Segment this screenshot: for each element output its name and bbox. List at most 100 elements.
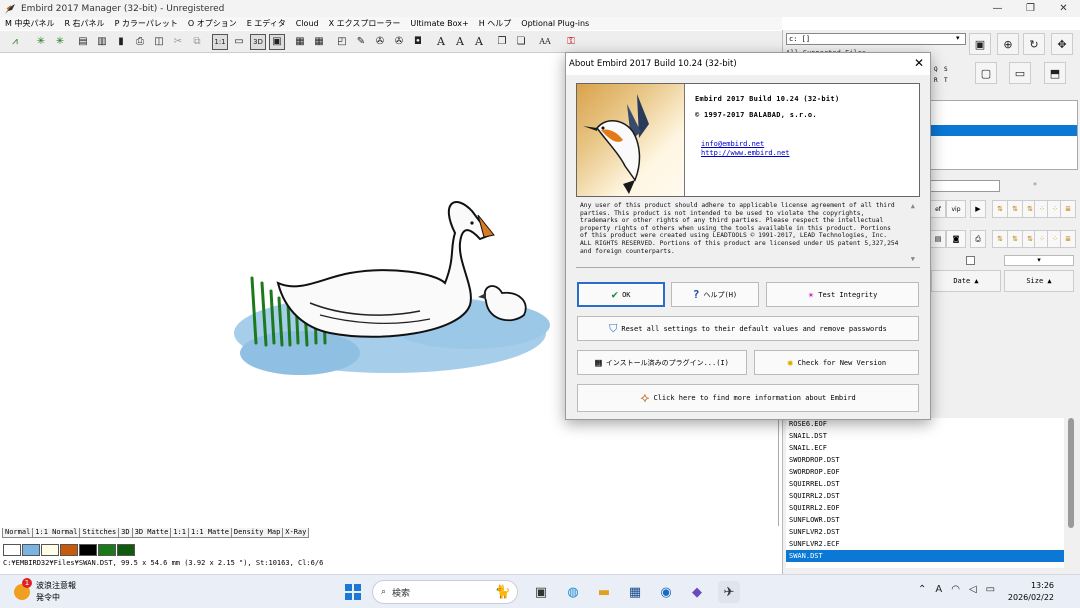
wand-tool2-icon[interactable]: ✳ — [52, 34, 68, 50]
font-a3-button[interactable]: A — [471, 34, 487, 50]
ok-button[interactable]: ✔ OK — [577, 282, 665, 307]
tab-x-ray[interactable]: X-Ray — [282, 528, 310, 538]
wand-tool-icon[interactable]: ✳ — [33, 34, 49, 50]
file-list-item[interactable]: SNAIL.ECF — [786, 442, 1064, 454]
email-link[interactable]: info@embird.net — [701, 140, 764, 148]
font-aa-button[interactable]: AA — [536, 34, 554, 50]
selected-folder[interactable] — [931, 125, 1077, 136]
windows-start-icon[interactable] — [342, 581, 364, 603]
dropdown-small[interactable]: ▾ — [1004, 255, 1074, 266]
print-icon[interactable]: ⎙ — [132, 34, 148, 50]
palette-swatch[interactable] — [3, 544, 21, 556]
file-list[interactable]: ROSE6.EOF SNAIL.DST SNAIL.ECF SWORDROP.DST S… — [786, 418, 1064, 568]
palette-swatch[interactable] — [60, 544, 78, 556]
drive-selector[interactable]: c: [] — [786, 33, 966, 45]
palette-swatch[interactable] — [117, 544, 135, 556]
arrow-right-icon[interactable]: ▶ — [970, 200, 986, 218]
store-icon[interactable]: ▦ — [624, 581, 646, 603]
file-list-item[interactable]: SQUIRRL2.DST — [786, 490, 1064, 502]
minimize-button[interactable]: — — [981, 0, 1014, 17]
sort-icon[interactable]: ⇅ — [992, 200, 1008, 218]
file-list-item[interactable]: SQUIRREL.DST — [786, 478, 1064, 490]
menu-center-panel[interactable]: M 中央パネル — [5, 18, 54, 29]
list-view-icon[interactable]: ≣ — [1060, 200, 1076, 218]
sort2-icon[interactable]: ⇅ — [1007, 200, 1023, 218]
file-explorer-icon[interactable]: ▬ — [593, 581, 615, 603]
reset-settings-button[interactable]: ⛉ Reset all settings to their default va… — [577, 316, 919, 341]
close-window-button[interactable]: ✕ — [1047, 0, 1080, 17]
scroll-up-icon[interactable]: ▲ — [911, 202, 915, 211]
tab-3d[interactable]: 3D — [118, 528, 133, 538]
menu-explorer[interactable]: X エクスプローラー — [329, 18, 401, 29]
tab-1to1-matte[interactable]: 1:1 Matte — [187, 528, 232, 538]
menu-color-palette[interactable]: P カラーパレット — [115, 18, 178, 29]
file-list-item[interactable]: SUNFLVR2.DST — [786, 526, 1064, 538]
teams-icon[interactable]: ◆ — [686, 581, 708, 603]
grid-icon[interactable]: ▦ — [292, 34, 308, 50]
palette-swatch[interactable] — [41, 544, 59, 556]
installed-plugins-button[interactable]: ▦ インストール済みのプラグイン...(I) — [577, 350, 747, 375]
clock[interactable]: 13:26 2026/02/22 — [1008, 580, 1054, 604]
zoom-icon[interactable]: ⊕ — [997, 33, 1019, 55]
copy-icon[interactable]: ⧉ — [189, 34, 205, 50]
info-icon[interactable]: ◫ — [151, 34, 167, 50]
menu-options[interactable]: O オプション — [188, 18, 237, 29]
view-3d-button[interactable]: 3D — [250, 33, 266, 50]
small-r[interactable]: R — [934, 77, 938, 84]
view-1to1-button[interactable]: 1:1 — [212, 33, 228, 50]
small-q[interactable]: Q — [934, 66, 938, 73]
weather-widget[interactable]: 1 波浪注意報 発令中 — [12, 578, 76, 603]
ime-indicator[interactable]: A — [935, 584, 942, 595]
tab-3d-matte[interactable]: 3D Matte — [131, 528, 172, 538]
tab-stitches[interactable]: Stitches — [79, 528, 120, 538]
refresh-icon[interactable]: ↻ — [1023, 33, 1045, 55]
volume-icon[interactable]: ◁ — [969, 584, 977, 595]
move-icon[interactable]: ✥ — [1051, 33, 1073, 55]
test-integrity-button[interactable]: ✴ Test Integrity — [766, 282, 919, 307]
palette-swatch[interactable] — [98, 544, 116, 556]
cut-icon[interactable]: ✂ — [170, 34, 186, 50]
menu-right-panel[interactable]: R 右パネル — [64, 18, 104, 29]
file-list-scrollbar[interactable] — [1064, 418, 1078, 568]
help-button[interactable]: ? ヘルプ(H) — [671, 282, 759, 307]
scroll-down-icon[interactable]: ▼ — [911, 256, 915, 264]
document-icon[interactable]: ❐ — [494, 34, 510, 50]
tab-1to1[interactable]: 1:1 — [170, 528, 189, 538]
menu-ultimate-box[interactable]: Ultimate Box+ — [410, 19, 468, 28]
file-list-item[interactable]: SNAIL.DST — [786, 430, 1064, 442]
tool-vip-button[interactable]: vip — [946, 200, 966, 218]
menu-cloud[interactable]: Cloud — [296, 19, 319, 28]
trash-icon[interactable]: ▮ — [113, 34, 129, 50]
more-info-button[interactable]: ⟡ Click here to find more information ab… — [577, 384, 919, 412]
close-icon[interactable]: ✕ — [914, 56, 924, 70]
tab-1to1-normal[interactable]: 1:1 Normal — [32, 528, 81, 538]
file-list-item[interactable]: SQUIRRL2.EOF — [786, 502, 1064, 514]
scrollbar-thumb[interactable] — [1068, 418, 1074, 528]
sewing2-icon[interactable]: ✇ — [391, 34, 407, 50]
file-list-item[interactable]: SWORDROP.EOF — [786, 466, 1064, 478]
outlook-icon[interactable]: ◉ — [655, 581, 677, 603]
embird-taskbar-icon[interactable]: ✈ — [718, 581, 740, 603]
tray-overflow-icon[interactable]: ⌃ — [918, 584, 926, 595]
folder-tree[interactable] — [930, 100, 1078, 170]
new-folder-icon[interactable]: ▢ — [975, 62, 997, 84]
tool-ef-button[interactable]: ef — [930, 200, 946, 218]
stitch-tool-icon[interactable]: ⩘ — [4, 34, 26, 50]
folder-icon[interactable]: ▭ — [1009, 62, 1031, 84]
tab-density-map[interactable]: Density Map — [230, 528, 284, 538]
column-date[interactable]: Date ▲ — [931, 270, 1001, 292]
font-a-button[interactable]: A — [433, 34, 449, 50]
folder-up-icon[interactable]: ⬒ — [1044, 62, 1066, 84]
list-view2-icon[interactable]: ≣ — [1060, 230, 1076, 248]
palette-swatch[interactable] — [22, 544, 40, 556]
file-list-item[interactable]: SWORDROP.DST — [786, 454, 1064, 466]
file-list-item[interactable]: SUNFLVR2.ECF — [786, 538, 1064, 550]
filter-combo-small[interactable] — [930, 180, 1000, 192]
tab-normal[interactable]: Normal — [2, 528, 34, 538]
taskbar-search[interactable]: ⌕ 検索 🐈 — [372, 580, 518, 604]
menu-editor[interactable]: E エディタ — [247, 18, 286, 29]
font-a2-button[interactable]: A — [452, 34, 468, 50]
menu-help[interactable]: H ヘルプ — [479, 18, 512, 29]
website-link[interactable]: http://www.embird.net — [701, 149, 790, 157]
camera-icon[interactable]: ◙ — [946, 230, 966, 248]
